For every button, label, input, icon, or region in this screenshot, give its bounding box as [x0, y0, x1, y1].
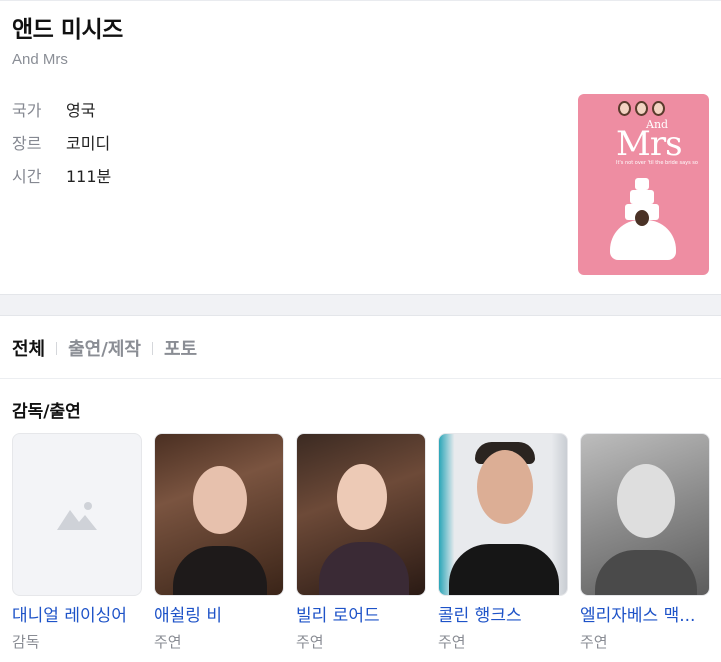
poster-tagline: It's not over 'til the bride says so: [616, 160, 698, 166]
poster-cake-tier: [635, 178, 649, 190]
cast-photo: [154, 433, 284, 596]
cast-list: 대니얼 레이싱어 감독 애쉴링 비 주연 빌리 로어드 주연 콜린 행크스 주연: [12, 433, 710, 652]
tab-photos[interactable]: 포토: [164, 335, 197, 361]
content-tabs: 전체 출연/제작 포토: [12, 336, 197, 360]
cast-card[interactable]: 애쉴링 비 주연: [154, 433, 284, 652]
cast-name[interactable]: 애쉴링 비: [154, 604, 284, 628]
cast-card[interactable]: 콜린 행크스 주연: [438, 433, 568, 652]
cast-role: 감독: [12, 633, 40, 651]
portrait-face: [337, 464, 387, 530]
poster-cast-faces: [618, 101, 665, 116]
cast-role: 주연: [438, 633, 466, 651]
info-value: 영국: [66, 100, 96, 120]
cast-role: 주연: [580, 633, 608, 651]
info-row-runtime: 시간 111분: [12, 158, 111, 191]
cast-role: 주연: [154, 633, 182, 651]
movie-info-list: 국가 영국 장르 코미디 시간 111분: [12, 92, 111, 191]
info-row-country: 국가 영국: [12, 92, 111, 125]
cast-card[interactable]: 빌리 로어드 주연: [296, 433, 426, 652]
poster-face: [618, 101, 631, 116]
cast-name[interactable]: 콜린 행크스: [438, 604, 568, 628]
tab-cast-crew[interactable]: 출연/제작: [68, 335, 141, 361]
movie-title: 앤드 미시즈: [12, 17, 123, 43]
portrait-shoulders: [319, 542, 409, 595]
portrait-face: [193, 466, 247, 534]
cast-role: 주연: [296, 633, 324, 651]
cast-name[interactable]: 빌리 로어드: [296, 604, 426, 628]
cast-name[interactable]: 대니얼 레이싱어: [12, 604, 142, 628]
cast-photo: [580, 433, 710, 596]
poster-cake-tier: [630, 190, 654, 204]
movie-original-title: And Mrs: [12, 51, 68, 68]
cast-photo: [438, 433, 568, 596]
section-title: 감독/출연: [12, 402, 81, 422]
poster-bride-head: [635, 210, 649, 226]
cast-name[interactable]: 엘리자베스 맥...: [580, 604, 710, 628]
portrait-face: [477, 450, 533, 524]
tab-divider: [56, 341, 58, 355]
tab-all[interactable]: 전체: [12, 335, 45, 361]
cast-card[interactable]: 엘리자베스 맥... 주연: [580, 433, 710, 652]
cast-card-director[interactable]: 대니얼 레이싱어 감독: [12, 433, 142, 652]
info-key: 장르: [12, 133, 42, 153]
info-value: 코미디: [66, 133, 111, 153]
info-row-genre: 장르 코미디: [12, 125, 111, 158]
tabs-divider: [0, 378, 721, 379]
image-icon: [57, 501, 97, 530]
poster-face: [652, 101, 665, 116]
portrait-shoulders: [173, 546, 267, 595]
portrait-shoulders: [449, 544, 559, 595]
poster-mrs-text: Mrs: [616, 124, 683, 164]
portrait-face: [617, 464, 675, 538]
tab-divider: [151, 341, 153, 355]
info-key: 시간: [12, 166, 42, 186]
cast-photo: [296, 433, 426, 596]
poster-bride-dress: [610, 220, 676, 260]
portrait-shoulders: [595, 550, 697, 595]
poster-face: [635, 101, 648, 116]
info-key: 국가: [12, 100, 42, 120]
section-separator-band: [0, 294, 721, 316]
placeholder-image-icon: [12, 433, 142, 596]
movie-poster[interactable]: And Mrs It's not over 'til the bride say…: [578, 94, 709, 275]
top-divider: [0, 0, 721, 1]
info-value: 111분: [66, 166, 112, 186]
